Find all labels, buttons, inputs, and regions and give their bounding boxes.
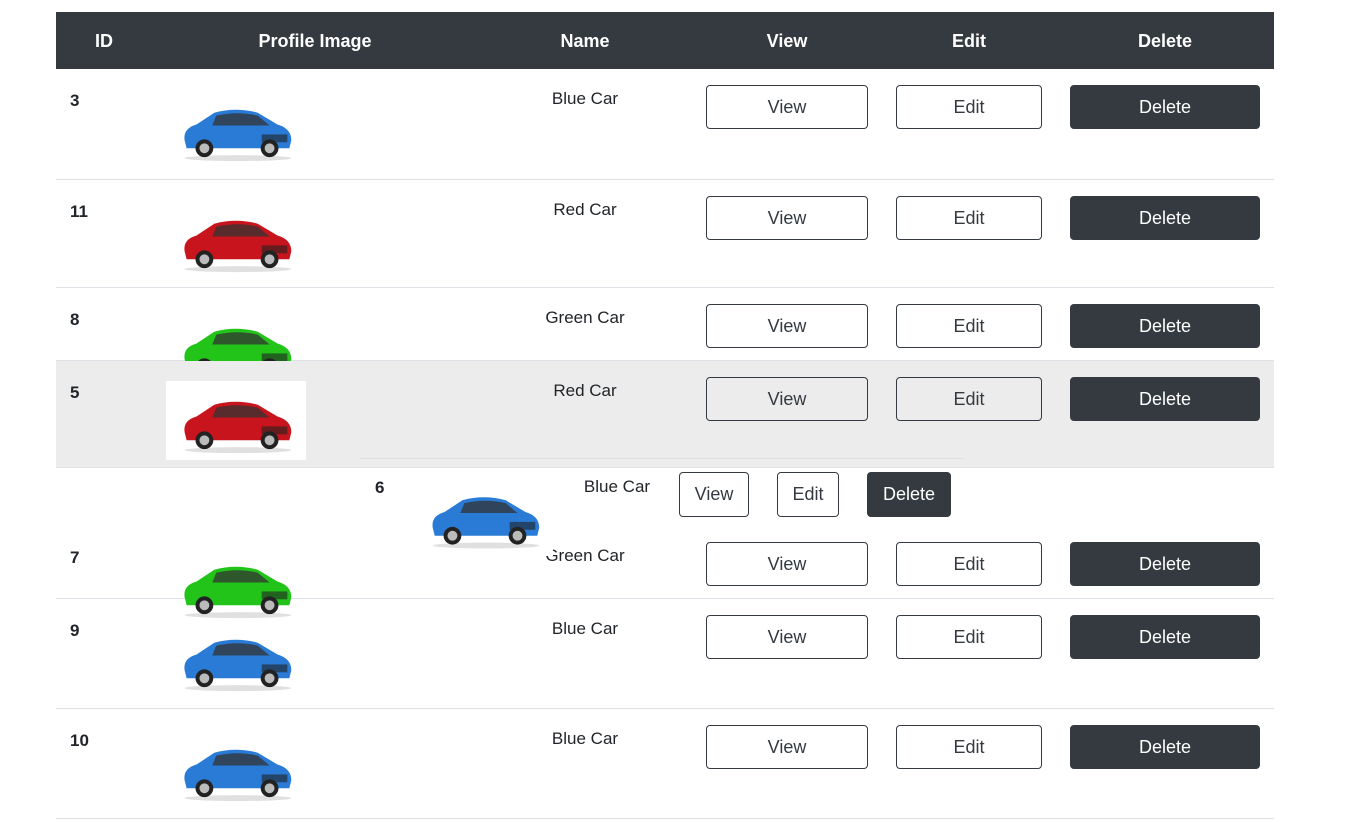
- row-id: 3: [70, 91, 80, 110]
- car-icon: [184, 749, 292, 802]
- table-row[interactable]: 5 Red Car View Edit Delete: [56, 361, 1274, 468]
- edit-button[interactable]: Edit: [896, 615, 1042, 659]
- car-icon: [184, 401, 292, 454]
- delete-button[interactable]: Delete: [1070, 725, 1260, 769]
- table-row[interactable]: 10 Blue Car View Edit Delete: [56, 709, 1274, 819]
- delete-button[interactable]: Delete: [1070, 377, 1260, 421]
- car-image: [166, 619, 306, 698]
- table-row[interactable]: 8 Green Car View Edit Delete: [56, 288, 1274, 381]
- header-delete: Delete: [1137, 31, 1193, 51]
- edit-button[interactable]: Edit: [896, 725, 1042, 769]
- edit-button[interactable]: Edit: [896, 196, 1042, 240]
- delete-button[interactable]: Delete: [1070, 615, 1260, 659]
- view-button[interactable]: View: [706, 615, 868, 659]
- car-image: [166, 200, 306, 279]
- car-image: [166, 729, 306, 808]
- view-button[interactable]: View: [706, 196, 868, 240]
- car-icon: [184, 639, 292, 692]
- row-id: 8: [70, 310, 80, 329]
- table-row[interactable]: 3 Blue Car View Edit Delete: [56, 69, 1274, 180]
- car-image: [166, 381, 306, 460]
- edit-button[interactable]: Edit: [896, 85, 1042, 129]
- header-id: ID: [95, 31, 113, 51]
- car-image: [415, 476, 553, 556]
- dragged-row[interactable]: 6 Blue Car View Edit Delete: [360, 458, 965, 558]
- edit-button[interactable]: Edit: [896, 377, 1042, 421]
- row-name: Blue Car: [551, 89, 619, 108]
- edit-button[interactable]: Edit: [896, 304, 1042, 348]
- delete-button[interactable]: Delete: [1070, 542, 1260, 586]
- header-view: View: [766, 31, 808, 51]
- row-id: 6: [375, 478, 385, 497]
- car-image: [166, 89, 306, 168]
- row-name: Blue Car: [551, 619, 619, 638]
- delete-button[interactable]: Delete: [1070, 304, 1260, 348]
- view-button[interactable]: View: [706, 85, 868, 129]
- row-id: 11: [70, 202, 88, 221]
- view-button[interactable]: View: [706, 304, 868, 348]
- row-id: 10: [70, 731, 89, 750]
- view-button[interactable]: View: [706, 377, 868, 421]
- delete-button[interactable]: Delete: [1070, 196, 1260, 240]
- delete-button[interactable]: Delete: [867, 472, 951, 517]
- car-icon: [184, 109, 292, 162]
- car-icon: [184, 220, 292, 273]
- view-button[interactable]: View: [706, 725, 868, 769]
- row-name: Blue Car: [583, 477, 651, 496]
- row-id: 7: [70, 548, 80, 567]
- delete-button[interactable]: Delete: [1070, 85, 1260, 129]
- table-row[interactable]: 9 Blue Car View Edit Delete: [56, 599, 1274, 709]
- row-name: Green Car: [545, 308, 625, 327]
- header-profile-image: Profile Image: [258, 31, 372, 51]
- header-name: Name: [560, 31, 610, 51]
- view-button[interactable]: View: [679, 472, 749, 517]
- edit-button[interactable]: Edit: [777, 472, 839, 517]
- row-id: 9: [70, 621, 80, 640]
- drag-placeholder-line: [360, 458, 965, 459]
- row-name: Blue Car: [551, 729, 619, 748]
- table-header: ID Profile Image Name View Edit Delete: [56, 12, 1274, 69]
- table-row[interactable]: 11 Red Car View Edit Delete: [56, 180, 1274, 288]
- car-icon: [432, 497, 540, 549]
- row-id: 5: [70, 383, 80, 402]
- header-edit: Edit: [952, 31, 986, 51]
- row-name: Red Car: [553, 381, 617, 400]
- row-name: Red Car: [553, 200, 617, 219]
